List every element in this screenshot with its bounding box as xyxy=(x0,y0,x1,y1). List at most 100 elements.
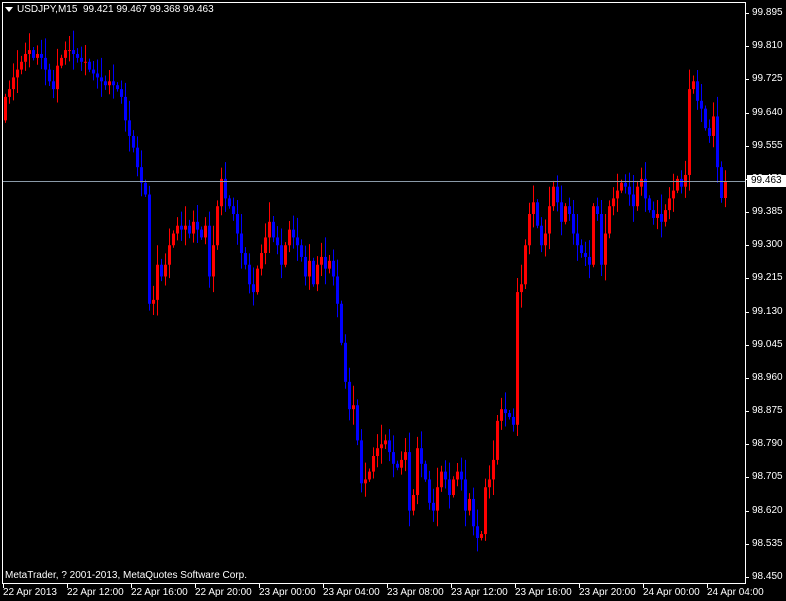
candle-body xyxy=(124,96,127,121)
candle-body xyxy=(204,225,207,238)
candle-body xyxy=(244,253,247,265)
candle-body xyxy=(284,245,287,265)
candle-body xyxy=(552,186,555,207)
candle-body xyxy=(420,448,423,464)
candle-body xyxy=(52,81,55,90)
price-tick-label: 98.875 xyxy=(752,405,783,417)
candle-body xyxy=(160,264,163,277)
candle-body xyxy=(596,206,599,215)
candle-body xyxy=(440,471,443,488)
candle-body xyxy=(428,479,431,503)
candle-body xyxy=(300,245,303,257)
candle-body xyxy=(516,292,519,425)
candle-body xyxy=(96,73,99,78)
candle-body xyxy=(668,198,671,211)
candle-body xyxy=(692,81,695,90)
candle-body xyxy=(240,233,243,254)
candle-body xyxy=(200,229,203,238)
dropdown-triangle-icon[interactable] xyxy=(5,6,13,12)
candle-body xyxy=(436,487,439,511)
candle-body xyxy=(376,448,379,457)
candle-body xyxy=(448,479,451,496)
chart-title[interactable]: USDJPY,M15 99.421 99.467 99.368 99.463 xyxy=(5,4,214,15)
candle-body xyxy=(76,53,79,58)
candle-body xyxy=(628,186,631,195)
candle-body xyxy=(64,50,67,58)
candle-body xyxy=(368,471,371,480)
candle-body xyxy=(180,225,183,230)
candle-body xyxy=(608,206,611,234)
candle-body xyxy=(312,260,315,285)
candle-body xyxy=(460,471,463,480)
price-tick-label: 98.450 xyxy=(752,571,783,582)
candle-body xyxy=(236,214,239,234)
copyright-text: MetaTrader, ? 2001-2013, MetaQuotes Soft… xyxy=(5,570,247,581)
time-tick-label: 22 Apr 12:00 xyxy=(67,587,124,598)
price-chart[interactable] xyxy=(0,0,786,601)
candle-body xyxy=(228,198,231,207)
candle-body xyxy=(192,221,195,234)
price-tick-label: 98.705 xyxy=(752,471,783,483)
candle-body xyxy=(620,182,623,191)
candle-body xyxy=(328,260,331,269)
candle-body xyxy=(656,214,659,218)
candle-body xyxy=(264,237,267,254)
candle-body xyxy=(432,502,435,511)
candle-body xyxy=(624,182,627,187)
candle-body xyxy=(116,85,119,90)
candle-body xyxy=(288,229,291,246)
candle-body xyxy=(464,479,467,511)
candle-body xyxy=(584,253,587,257)
candle-body xyxy=(40,53,43,58)
candle-body xyxy=(48,69,51,82)
candle-body xyxy=(20,61,23,70)
candle-body xyxy=(280,245,283,265)
candle-body xyxy=(648,198,651,211)
candle-body xyxy=(472,498,475,527)
candle-body xyxy=(540,225,543,246)
price-tick-label: 99.895 xyxy=(752,7,783,18)
candle-body xyxy=(84,61,87,63)
candle-body xyxy=(580,245,583,254)
candle-body xyxy=(476,526,479,538)
candle-body xyxy=(8,89,11,97)
candle-body xyxy=(416,448,419,496)
time-tick-label: 23 Apr 20:00 xyxy=(579,587,636,598)
time-tick-label: 23 Apr 16:00 xyxy=(515,587,572,598)
candle-body xyxy=(720,167,723,199)
candle-body xyxy=(176,225,179,234)
price-tick-label: 99.300 xyxy=(752,239,783,251)
candle-body xyxy=(616,190,619,199)
candle-body xyxy=(128,120,131,136)
time-tick-label: 22 Apr 2013 xyxy=(3,587,57,598)
candle-body xyxy=(712,116,715,136)
symbol-label: USDJPY,M15 xyxy=(17,4,78,15)
candle-body xyxy=(256,268,259,293)
candle-body xyxy=(508,413,511,417)
price-tick-label: 99.725 xyxy=(752,73,783,85)
candle-body xyxy=(404,452,407,460)
candle-body xyxy=(444,471,447,480)
candle-body xyxy=(488,479,491,488)
candle-body xyxy=(332,260,335,277)
price-tick-label: 98.790 xyxy=(752,438,783,450)
candle-body xyxy=(272,221,275,238)
candle-body xyxy=(208,225,211,277)
candle-body xyxy=(380,444,383,449)
candle-body xyxy=(356,405,359,441)
candle-body xyxy=(604,233,607,265)
candle-body xyxy=(304,256,307,277)
candle-body xyxy=(396,463,399,468)
candle-body xyxy=(212,245,215,277)
candle-body xyxy=(696,81,699,101)
candle-body xyxy=(188,225,191,234)
time-tick-label: 23 Apr 00:00 xyxy=(259,587,316,598)
candle-body xyxy=(324,256,327,269)
candle-body xyxy=(652,210,655,218)
candle-body xyxy=(640,178,643,187)
candle-body xyxy=(388,440,391,453)
candle-body xyxy=(132,135,135,148)
price-tick-label: 99.045 xyxy=(752,338,783,350)
candle-body xyxy=(384,440,387,445)
candle-body xyxy=(480,534,483,538)
